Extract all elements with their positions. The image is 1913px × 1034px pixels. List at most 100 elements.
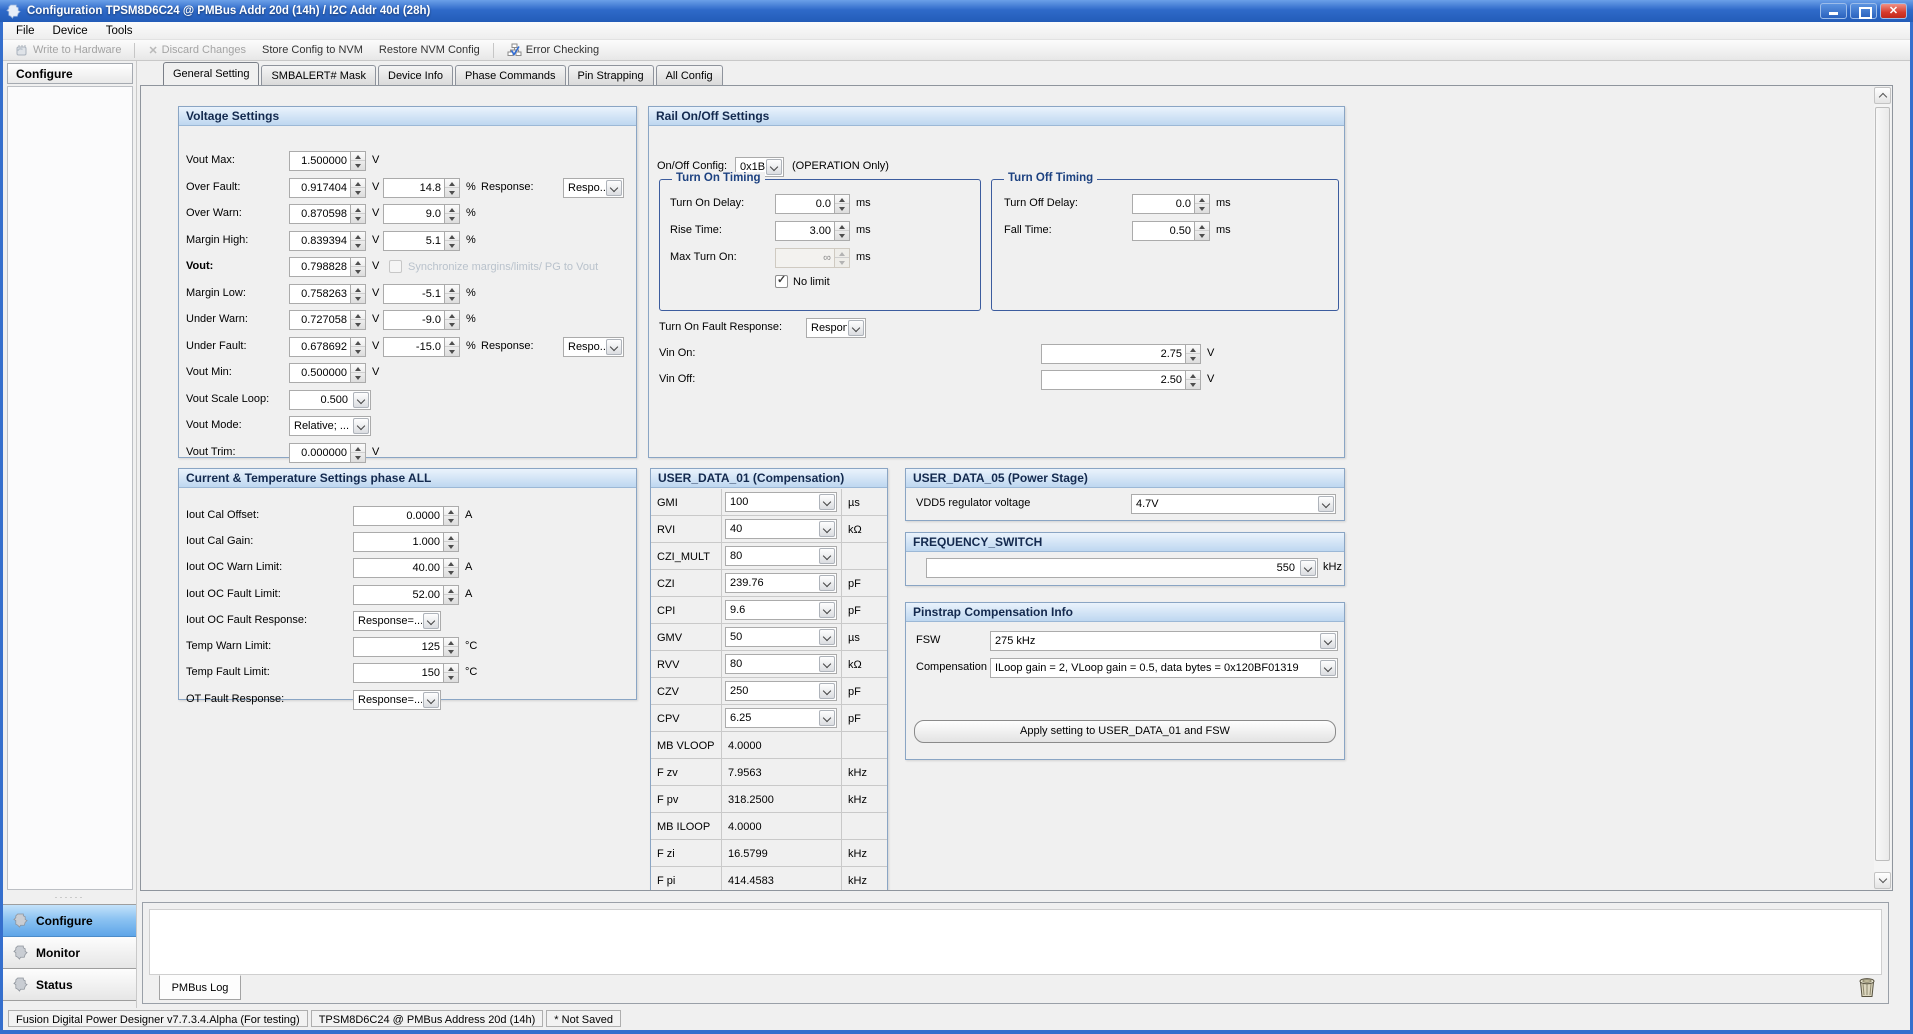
iout-cal-offset-field[interactable]: 0.0000 [353, 506, 459, 526]
vin-on-field[interactable]: 2.75 [1041, 344, 1201, 364]
vout-field[interactable]: 0.798828 [289, 257, 366, 277]
spinner[interactable] [444, 338, 459, 356]
spin-up-icon[interactable] [444, 507, 458, 516]
spinner[interactable] [443, 664, 458, 682]
spin-down-icon[interactable] [351, 373, 365, 382]
over-fault-response-combo[interactable]: Respo... [563, 178, 624, 198]
spin-down-icon[interactable] [1195, 204, 1209, 213]
scroll-up-icon[interactable] [1874, 87, 1891, 104]
spinner[interactable] [1185, 345, 1200, 363]
sidebar-splitter[interactable]: ······ [3, 893, 136, 904]
chevron-down-icon[interactable] [423, 613, 439, 629]
tab-pin-strapping[interactable]: Pin Strapping [568, 65, 654, 85]
tab-all-config[interactable]: All Config [656, 65, 723, 85]
spinner[interactable] [444, 205, 459, 223]
sidebar-item-status[interactable]: Status [3, 969, 136, 1001]
temp-warn-field[interactable]: 125 [353, 637, 459, 657]
spin-down-icon[interactable] [351, 214, 365, 223]
spin-up-icon[interactable] [351, 205, 365, 214]
spinner[interactable] [443, 638, 458, 656]
spin-down-icon[interactable] [351, 267, 365, 276]
czi-mult-combo[interactable]: 80 [725, 546, 837, 566]
spin-up-icon[interactable] [351, 311, 365, 320]
spinner[interactable] [443, 559, 458, 577]
chevron-down-icon[interactable] [1300, 560, 1316, 576]
spin-up-icon[interactable] [1186, 371, 1200, 380]
margin-high-pct-field[interactable]: 5.1 [383, 231, 460, 251]
rvv-combo[interactable]: 80 [725, 654, 837, 674]
spin-down-icon[interactable] [444, 595, 458, 604]
scrollbar-thumb[interactable] [1875, 107, 1890, 861]
spinner[interactable] [350, 338, 365, 356]
spinner[interactable] [350, 205, 365, 223]
iout-oc-fault-field[interactable]: 52.00 [353, 585, 459, 605]
spin-up-icon[interactable] [444, 638, 458, 647]
spin-up-icon[interactable] [444, 533, 458, 542]
fall-time-field[interactable]: 0.50 [1132, 221, 1210, 241]
rise-time-field[interactable]: 3.00 [775, 221, 850, 241]
spin-down-icon[interactable] [445, 241, 459, 250]
store-config-button[interactable]: Store Config to NVM [256, 42, 369, 58]
configure-tree-panel[interactable] [7, 86, 133, 890]
spin-down-icon[interactable] [1186, 354, 1200, 363]
spin-down-icon[interactable] [351, 188, 365, 197]
minimize-button[interactable] [1820, 3, 1847, 19]
chevron-down-icon[interactable] [848, 320, 864, 336]
spin-up-icon[interactable] [445, 232, 459, 241]
spin-down-icon[interactable] [444, 516, 458, 525]
spin-down-icon[interactable] [444, 542, 458, 551]
over-warn-pct-field[interactable]: 9.0 [383, 204, 460, 224]
spin-up-icon[interactable] [445, 205, 459, 214]
spinner[interactable] [350, 232, 365, 250]
spin-up-icon[interactable] [445, 179, 459, 188]
tab-device-info[interactable]: Device Info [378, 65, 453, 85]
spinner[interactable] [443, 586, 458, 604]
chevron-down-icon[interactable] [819, 710, 835, 726]
spin-up-icon[interactable] [444, 586, 458, 595]
spinner[interactable] [350, 152, 365, 170]
spin-up-icon[interactable] [351, 152, 365, 161]
chevron-down-icon[interactable] [766, 159, 782, 175]
spin-up-icon[interactable] [351, 338, 365, 347]
spin-up-icon[interactable] [351, 179, 365, 188]
czv-combo[interactable]: 250 [725, 681, 837, 701]
restore-config-button[interactable]: Restore NVM Config [373, 42, 486, 58]
vout-scale-loop-combo[interactable]: 0.500 [289, 390, 371, 410]
vdd5-combo[interactable]: 4.7V [1131, 494, 1336, 514]
chevron-down-icon[interactable] [353, 392, 369, 408]
cpi-combo[interactable]: 9.6 [725, 600, 837, 620]
spin-up-icon[interactable] [445, 285, 459, 294]
chevron-down-icon[interactable] [1320, 660, 1336, 676]
spin-up-icon[interactable] [1195, 195, 1209, 204]
vertical-scrollbar[interactable] [1874, 87, 1891, 889]
chevron-down-icon[interactable] [606, 180, 622, 196]
spinner[interactable] [350, 364, 365, 382]
clear-log-trash-icon[interactable] [1858, 977, 1876, 998]
margin-high-field[interactable]: 0.839394 [289, 231, 366, 251]
spin-up-icon[interactable] [444, 664, 458, 673]
spin-up-icon[interactable] [351, 232, 365, 241]
turn-on-delay-field[interactable]: 0.0 [775, 194, 850, 214]
temp-fault-field[interactable]: 150 [353, 663, 459, 683]
spinner[interactable] [444, 232, 459, 250]
vin-off-field[interactable]: 2.50 [1041, 370, 1201, 390]
sync-margins-checkbox[interactable] [389, 260, 402, 273]
spinner[interactable] [350, 179, 365, 197]
spin-down-icon[interactable] [444, 673, 458, 682]
spinner[interactable] [443, 507, 458, 525]
pmbus-log-tab[interactable]: PMBus Log [159, 975, 241, 1000]
vout-min-field[interactable]: 0.500000 [289, 363, 366, 383]
spinner[interactable] [1194, 195, 1209, 213]
vout-mode-combo[interactable]: Relative; ... [289, 416, 371, 436]
maximize-button[interactable] [1850, 3, 1877, 19]
spin-down-icon[interactable] [351, 453, 365, 462]
tab-smbalert-mask[interactable]: SMBALERT# Mask [261, 65, 376, 85]
spin-up-icon[interactable] [351, 444, 365, 453]
spinner[interactable] [350, 258, 365, 276]
no-limit-checkbox[interactable] [775, 275, 788, 288]
chevron-down-icon[interactable] [606, 339, 622, 355]
chevron-down-icon[interactable] [1320, 633, 1336, 649]
gmv-combo[interactable]: 50 [725, 627, 837, 647]
spin-down-icon[interactable] [351, 320, 365, 329]
discard-changes-button[interactable]: ✕ Discard Changes [142, 42, 252, 59]
